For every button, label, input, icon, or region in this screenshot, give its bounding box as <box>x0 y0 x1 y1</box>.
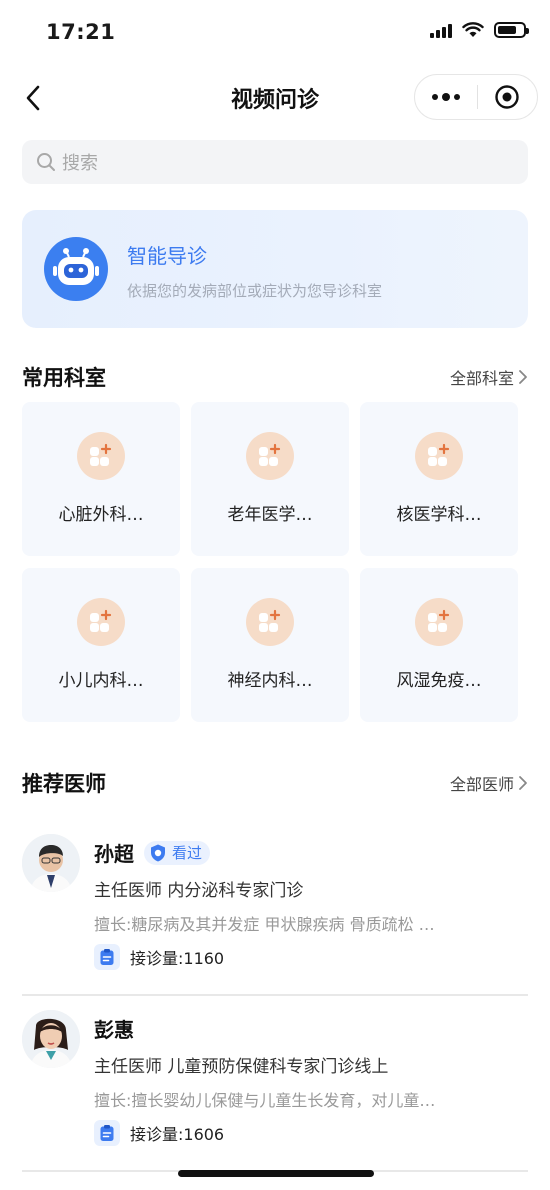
department-icon <box>77 598 125 646</box>
more-button[interactable] <box>415 75 477 119</box>
search-input[interactable]: 搜索 <box>22 140 528 184</box>
doctor-list: 孙超 看过 主任医师 内分泌科专家门诊 擅长:糖尿病及其并发症 甲状腺疾病 骨质… <box>22 820 528 1172</box>
smart-guide-card[interactable]: 智能导诊 依据您的发病部位或症状为您导诊科室 <box>22 210 528 328</box>
department-label: 风湿免疫… <box>396 671 482 691</box>
department-icon <box>246 432 294 480</box>
target-icon <box>495 85 519 109</box>
departments-header: 常用科室 全部科室 <box>22 362 528 392</box>
department-card[interactable]: 老年医学… <box>191 402 349 556</box>
department-card[interactable]: 风湿免疫… <box>360 568 518 722</box>
status-time: 17:21 <box>46 20 116 44</box>
more-dots-icon <box>431 94 438 100</box>
battery-icon <box>494 22 529 38</box>
doctor-skill: 擅长:糖尿病及其并发症 甲状腺疾病 骨质疏松 … <box>94 915 435 934</box>
doctor-name-row: 彭惠 <box>94 1014 134 1043</box>
consult-count-row: 接诊量:1606 <box>94 1120 224 1146</box>
doctor-name-row: 孙超 看过 <box>94 838 211 867</box>
department-card[interactable]: 心脏外科… <box>22 402 180 556</box>
department-icon <box>415 598 463 646</box>
seen-badge: 看过 <box>144 840 211 865</box>
department-label: 神经内科… <box>227 671 313 691</box>
home-indicator <box>178 1170 374 1177</box>
status-bar: 17:21 <box>0 0 550 70</box>
department-label: 核医学科… <box>396 505 482 525</box>
all-departments-label: 全部科室 <box>449 369 514 388</box>
consult-count: 接诊量:1606 <box>130 1125 225 1144</box>
nav-bar: 视频问诊 <box>0 70 550 126</box>
smart-guide-title: 智能导诊 <box>127 244 207 268</box>
avatar <box>22 834 80 892</box>
consult-count: 接诊量:1160 <box>130 949 225 968</box>
all-departments-link[interactable]: 全部科室 <box>450 365 528 389</box>
department-label: 老年医学… <box>227 505 313 525</box>
doctor-skill: 擅长:擅长婴幼儿保健与儿童生长发育，对儿童… <box>94 1091 436 1110</box>
all-doctors-link[interactable]: 全部医师 <box>450 771 528 795</box>
doctor-card[interactable]: 彭惠 主任医师 儿童预防保健科专家门诊线上 擅长:擅长婴幼儿保健与儿童生长发育，… <box>22 996 528 1172</box>
consult-count-row: 接诊量:1160 <box>94 944 224 970</box>
department-icon <box>77 432 125 480</box>
doctor-card[interactable]: 孙超 看过 主任医师 内分泌科专家门诊 擅长:糖尿病及其并发症 甲状腺疾病 骨质… <box>22 820 528 996</box>
doctor-title: 主任医师 内分泌科专家门诊 <box>94 881 304 901</box>
department-icon <box>246 598 294 646</box>
signal-icon <box>430 22 452 38</box>
doctor-name: 彭惠 <box>94 1018 134 1042</box>
doctors-header: 推荐医师 全部医师 <box>22 768 528 798</box>
clipboard-icon <box>94 1120 120 1146</box>
doctors-title: 推荐医师 <box>22 772 106 796</box>
chevron-right-icon <box>519 776 527 790</box>
all-doctors-label: 全部医师 <box>449 775 514 794</box>
clipboard-icon <box>94 944 120 970</box>
mini-program-capsule <box>414 74 538 120</box>
department-label: 心脏外科… <box>58 505 144 525</box>
search-icon <box>37 153 55 171</box>
wifi-icon <box>462 22 484 37</box>
department-grid: 心脏外科… 老年医学… 核医学科… 小儿内科… 神经内科… 风湿免疫… <box>22 402 522 722</box>
status-icons <box>430 22 529 38</box>
shield-check-icon <box>151 844 165 861</box>
search-placeholder: 搜索 <box>62 153 98 174</box>
department-card[interactable]: 核医学科… <box>360 402 518 556</box>
departments-title: 常用科室 <box>22 366 106 390</box>
department-card[interactable]: 小儿内科… <box>22 568 180 722</box>
doctor-name: 孙超 <box>94 842 134 866</box>
department-icon <box>415 432 463 480</box>
chevron-right-icon <box>519 370 527 384</box>
department-card[interactable]: 神经内科… <box>191 568 349 722</box>
close-capsule-button[interactable] <box>477 75 537 119</box>
department-label: 小儿内科… <box>58 671 144 691</box>
doctor-title: 主任医师 儿童预防保健科专家门诊线上 <box>94 1057 389 1077</box>
avatar <box>22 1010 80 1068</box>
smart-guide-subtitle: 依据您的发病部位或症状为您导诊科室 <box>127 282 383 300</box>
robot-icon <box>44 237 108 301</box>
seen-badge-label: 看过 <box>172 844 203 862</box>
